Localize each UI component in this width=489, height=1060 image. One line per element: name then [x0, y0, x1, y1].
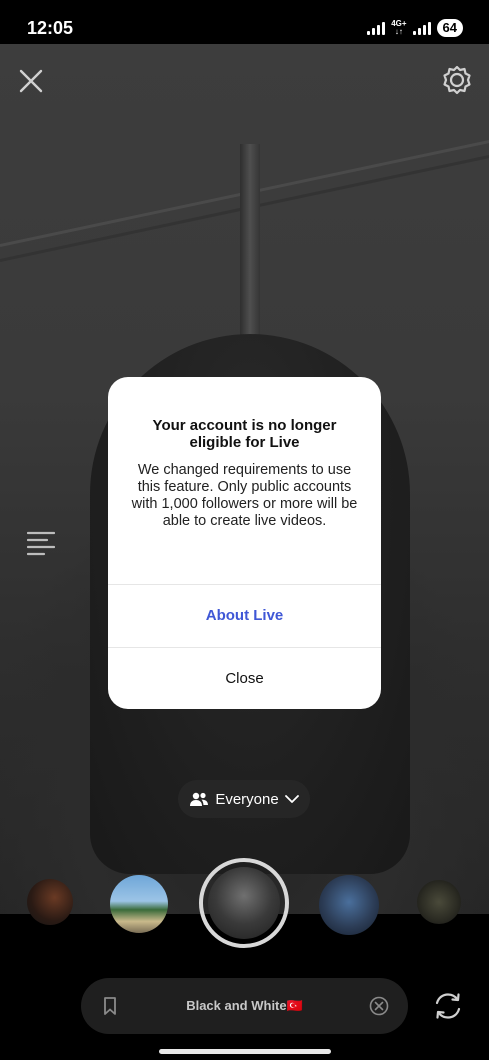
filter-thumbnail[interactable]: [27, 879, 73, 925]
bookmark-icon[interactable]: [102, 996, 118, 1016]
effect-name: Black and White🇹🇷: [186, 998, 303, 1013]
signal-strength-icon-2: [412, 21, 431, 35]
home-indicator[interactable]: [159, 1049, 331, 1054]
signal-strength-icon: [367, 21, 386, 35]
status-time: 12:05: [27, 18, 74, 38]
flip-camera-icon[interactable]: [432, 990, 464, 1022]
audience-selector[interactable]: Everyone: [178, 780, 310, 818]
close-circle-icon[interactable]: [369, 996, 389, 1016]
gear-icon[interactable]: [441, 64, 473, 96]
filter-thumbnail[interactable]: [417, 880, 461, 924]
dialog-title: Your account is no longer eligible for L…: [152, 417, 337, 451]
people-icon: [190, 792, 209, 806]
status-indicators: 4G+ ↓↑ 64: [367, 19, 463, 37]
go-live-button[interactable]: [199, 858, 289, 948]
filter-thumbnail[interactable]: [319, 875, 379, 935]
menu-lines-icon[interactable]: [27, 530, 55, 556]
audience-label: Everyone: [215, 790, 279, 808]
close-dialog-button[interactable]: Close: [108, 648, 381, 709]
close-icon[interactable]: [18, 68, 44, 94]
network-type: 4G+ ↓↑: [391, 19, 407, 36]
about-live-button[interactable]: About Live: [108, 585, 381, 647]
dialog-message: We changed requirements to use this feat…: [131, 462, 358, 529]
filter-thumbnail[interactable]: [110, 875, 168, 933]
status-bar: 12:05 4G+ ↓↑ 64: [0, 0, 489, 44]
battery-indicator: 64: [436, 19, 463, 37]
chevron-down-icon: [284, 795, 299, 803]
ineligible-live-dialog: Your account is no longer eligible for L…: [108, 377, 381, 709]
